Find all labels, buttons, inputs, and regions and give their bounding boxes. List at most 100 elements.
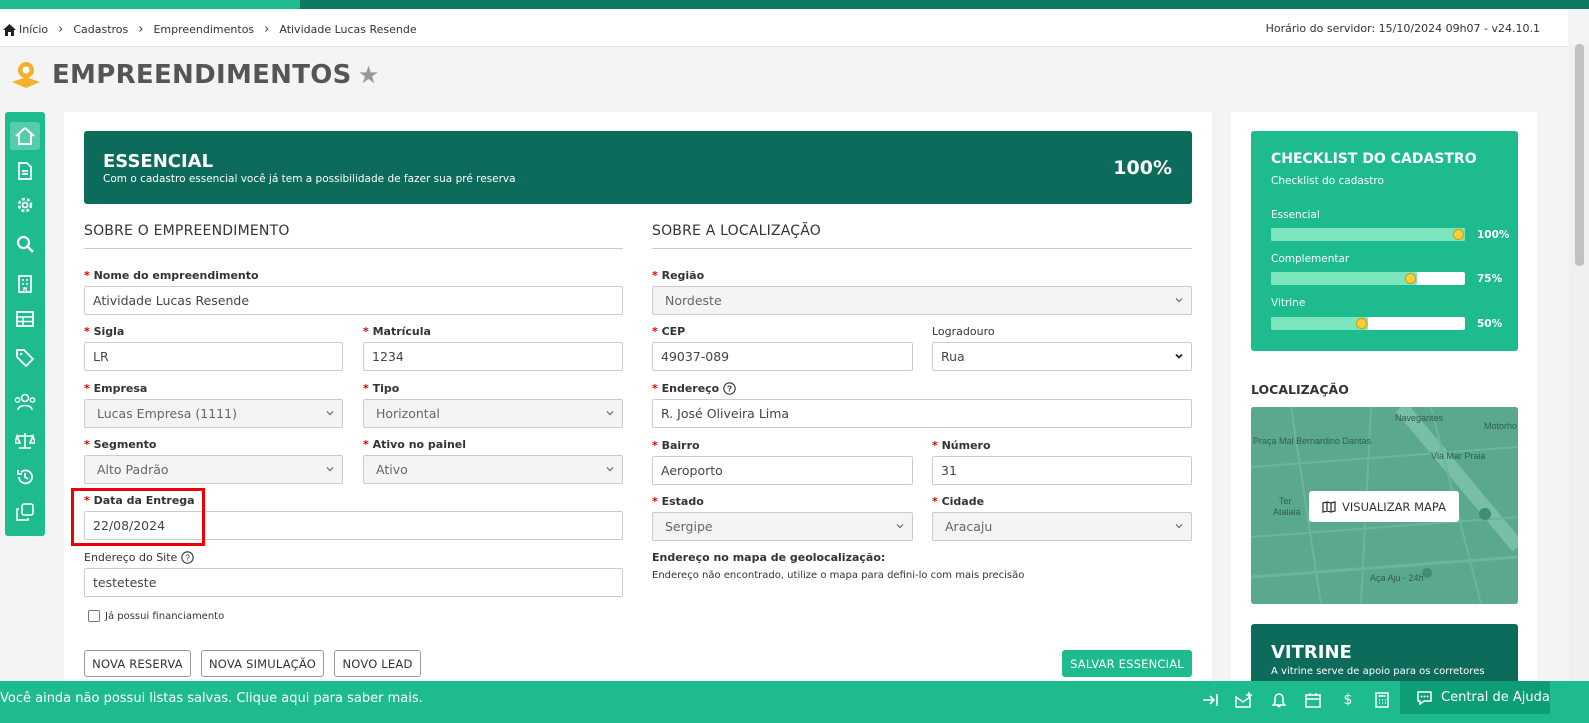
help-icon[interactable]: ? (181, 551, 195, 564)
nome-input[interactable]: Atividade Lucas Resende (84, 286, 623, 315)
matricula-input[interactable]: 1234 (363, 342, 623, 371)
sidebar-scale-icon[interactable] (10, 427, 40, 455)
sidebar-home-icon[interactable] (10, 122, 40, 150)
page-scrollbar[interactable] (1569, 44, 1589, 681)
regiao-select[interactable]: Nordeste (652, 286, 1192, 315)
visualizar-mapa-button[interactable]: VISUALIZAR MAPA (1309, 491, 1459, 522)
estado-select[interactable]: Sergipe (652, 512, 913, 541)
emoji-smile-icon (1356, 318, 1367, 329)
emoji-cool-icon (1453, 229, 1464, 240)
sidebar-copy-icon[interactable] (10, 498, 40, 526)
calculator-icon[interactable] (1372, 690, 1392, 710)
matricula-label: * Matrícula (363, 325, 431, 338)
chevron-down-icon (1175, 524, 1183, 529)
tipo-value: Horizontal (376, 406, 440, 421)
page-header: EMPREENDIMENTOS ★ (10, 60, 379, 90)
scrollbar-thumb[interactable] (1575, 44, 1584, 266)
progress-fill (1271, 317, 1368, 330)
saved-lists-message[interactable]: Você ainda não possui listas salvas. Cli… (0, 691, 423, 706)
central-ajuda-button[interactable]: Central de Ajuda (1400, 681, 1550, 714)
calendar-icon[interactable] (1303, 690, 1323, 710)
cep-input[interactable]: 49037-089 (652, 342, 913, 371)
ativo-select[interactable]: Ativo (363, 455, 623, 484)
financiamento-label: Já possui financiamento (105, 610, 225, 622)
estado-value: Sergipe (665, 519, 713, 534)
tipo-label: * Tipo (363, 382, 400, 395)
segmento-select[interactable]: Alto Padrão (84, 455, 343, 484)
map-label: Atalaia (1273, 507, 1301, 517)
tipo-select[interactable]: Horizontal (363, 399, 623, 428)
sidebar-search-icon[interactable] (10, 230, 40, 258)
regiao-label: * Região (652, 269, 705, 282)
envelope-add-icon[interactable] (1234, 690, 1254, 710)
svg-text:?: ? (727, 384, 732, 394)
empresa-select[interactable]: Lucas Empresa (1111) (84, 399, 343, 428)
breadcrumb-cadastros[interactable]: Cadastros (73, 23, 128, 36)
progress-bar-vitrine (1271, 317, 1465, 330)
page-title: EMPREENDIMENTOS (52, 60, 352, 90)
endereco-input[interactable]: R. José Oliveira Lima (652, 399, 1192, 428)
chevron-down-icon (326, 411, 334, 416)
endereco-label: * Endereço? (652, 382, 736, 395)
bottom-bar: Você ainda não possui listas salvas. Cli… (0, 681, 1589, 723)
geo-text: Endereço não encontrado, utilize o mapa … (652, 570, 1025, 581)
section-divider (652, 248, 1192, 249)
server-time: Horário do servidor: 15/10/2024 09h07 - … (1265, 22, 1540, 35)
empresa-value: Lucas Empresa (1111) (97, 406, 237, 421)
sidebar-users-icon[interactable] (10, 388, 40, 416)
chevron-right-icon: › (138, 22, 144, 37)
progress-bar-complementar (1271, 272, 1465, 285)
cidade-label: * Cidade (932, 495, 985, 508)
salvar-essencial-button[interactable]: SALVAR ESSENCIAL (1062, 650, 1192, 677)
dollar-icon[interactable]: $ (1338, 690, 1358, 710)
novo-lead-button[interactable]: NOVO LEAD (334, 650, 421, 677)
map-label: Via Mar Praia (1431, 451, 1485, 461)
map-label: Ter (1279, 496, 1292, 506)
vitrine-subtitle: A vitrine serve de apoio para os correto… (1271, 666, 1485, 677)
map-label: Aça Aju - 24h (1370, 573, 1424, 583)
essencial-banner: ESSENCIAL Com o cadastro essencial você … (84, 131, 1192, 204)
sidebar (5, 112, 45, 536)
progress-fill (1271, 272, 1417, 285)
help-icon[interactable]: ? (723, 382, 736, 395)
sigla-input[interactable]: LR (84, 342, 343, 371)
map-label: Motorho (1484, 421, 1517, 431)
bairro-input[interactable]: Aeroporto (652, 456, 913, 485)
sidebar-table-icon[interactable] (10, 305, 40, 333)
sidebar-document-icon[interactable] (10, 157, 40, 185)
checklist-row-percent: 75% (1477, 273, 1503, 285)
site-label: Endereço do Site? (84, 551, 195, 564)
breadcrumb-empreendimentos[interactable]: Empreendimentos (153, 23, 254, 36)
checklist-row-label: Complementar (1271, 253, 1350, 265)
nova-reserva-button[interactable]: NOVA RESERVA (84, 650, 191, 677)
sigla-label: * Sigla (84, 325, 125, 338)
section-title-localizacao: SOBRE A LOCALIZAÇÃO (652, 223, 822, 239)
home-icon[interactable] (3, 23, 16, 36)
map-icon (1322, 500, 1336, 513)
breadcrumb-home[interactable]: Início (19, 23, 48, 36)
collapse-arrow-icon[interactable] (1200, 690, 1220, 710)
logradouro-select[interactable]: Rua (932, 342, 1192, 371)
empresa-label: * Empresa (84, 382, 148, 395)
sidebar-building-icon[interactable] (10, 270, 40, 298)
checkbox-box[interactable] (88, 610, 100, 622)
checklist-row-percent: 100% (1477, 229, 1510, 241)
nova-simulacao-button[interactable]: NOVA SIMULAÇÃO (201, 650, 324, 677)
chevron-right-icon: › (264, 22, 270, 37)
svg-text:?: ? (185, 553, 190, 563)
financiamento-checkbox[interactable]: Já possui financiamento (88, 610, 224, 622)
sidebar-tag-icon[interactable] (10, 344, 40, 372)
cidade-select[interactable]: Aracaju (932, 512, 1192, 541)
sidebar-gear-icon[interactable] (10, 191, 40, 219)
chevron-down-icon (606, 411, 614, 416)
checklist-subtitle: Checklist do cadastro (1271, 175, 1384, 187)
regiao-value: Nordeste (665, 293, 722, 308)
bell-icon[interactable] (1269, 690, 1289, 710)
geo-title: Endereço no mapa de geolocalização: (652, 551, 886, 564)
numero-input[interactable]: 31 (932, 456, 1192, 485)
cidade-value: Aracaju (945, 519, 993, 534)
sidebar-history-icon[interactable] (10, 463, 40, 491)
favorite-star-icon[interactable]: ★ (358, 61, 380, 89)
top-bar: Início › Cadastros › Empreendimentos › A… (0, 9, 1568, 47)
site-input[interactable]: testeteste (84, 568, 623, 597)
